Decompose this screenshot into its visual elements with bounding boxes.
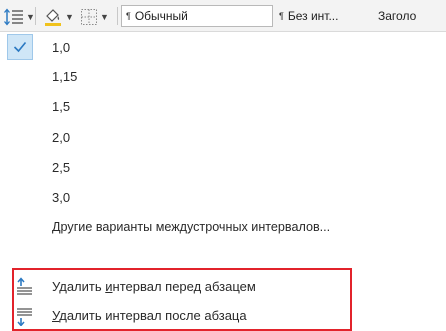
style-normal[interactable]: ¶ Обычный (121, 5, 273, 27)
menu-item-spacing-2-5[interactable]: 2,5 (0, 152, 446, 182)
menu-item-label-suffix: нтервал перед абзацем (112, 278, 256, 294)
paragraph-mark-icon: ¶ (279, 11, 284, 21)
menu-item-spacing-3-0[interactable]: 3,0 (0, 182, 446, 212)
menu-item-label: Удалить интервал после абзаца (52, 308, 247, 323)
ribbon-toolbar: ▼ ▼ ▼ ¶ Обычный ¶ Без инт... Заголо (0, 0, 446, 32)
toolbar-divider (117, 7, 118, 25)
borders-icon (81, 9, 97, 25)
style-label: Без инт... (287, 9, 339, 23)
menu-item-more-spacing-options[interactable]: Другие варианты междустрочных интервалов… (0, 212, 446, 242)
menu-item-label: 1,0 (52, 39, 71, 55)
word-line-spacing-dropdown: ▼ ▼ ▼ ¶ Обычный ¶ Без инт... Заголо 1,0 … (0, 0, 446, 331)
menu-item-remove-space-before[interactable]: Удалить интервал перед абзацем (0, 271, 446, 301)
style-label: Заголо (378, 9, 417, 23)
line-spacing-icon (4, 8, 23, 26)
chevron-down-icon: ▼ (65, 11, 74, 22)
menu-item-spacing-1-5[interactable]: 1,5 (0, 91, 446, 121)
menu-item-label: 2,5 (52, 159, 71, 175)
chevron-down-icon: ▼ (26, 11, 35, 22)
menu-item-spacing-1-0[interactable]: 1,0 (0, 32, 446, 62)
accelerator-key: и (105, 278, 113, 294)
menu-item-label: Удалить интервал перед абзацем (52, 279, 256, 294)
line-spacing-menu: 1,0 1,15 1,5 2,0 2,5 3,0 Другие варианты… (0, 32, 446, 331)
line-spacing-button[interactable]: ▼ (4, 6, 35, 28)
borders-button[interactable]: ▼ (80, 6, 109, 28)
menu-item-label-suffix: далить интервал после абзаца (59, 307, 247, 323)
style-no-spacing[interactable]: ¶ Без инт... (275, 5, 369, 27)
menu-item-label: 1,15 (52, 68, 78, 84)
menu-item-label: Другие варианты междустрочных интервалов… (52, 220, 331, 234)
menu-item-label: 2,0 (52, 129, 71, 145)
menu-item-remove-space-after[interactable]: Удалить интервал после абзаца (0, 300, 446, 330)
menu-item-label: 1,5 (52, 98, 71, 114)
menu-item-spacing-1-15[interactable]: 1,15 (0, 61, 446, 91)
shading-button[interactable]: ▼ (43, 6, 74, 28)
menu-item-label-prefix: Удалить (52, 278, 106, 294)
remove-space-before-icon (17, 277, 32, 295)
menu-item-spacing-2-0[interactable]: 2,0 (0, 122, 446, 152)
paragraph-mark-icon: ¶ (126, 11, 131, 21)
menu-item-label: 3,0 (52, 189, 71, 205)
style-label: Обычный (134, 9, 188, 23)
style-heading[interactable]: Заголо (374, 5, 446, 27)
remove-space-after-icon (17, 308, 32, 326)
chevron-down-icon: ▼ (100, 11, 109, 22)
paint-bucket-icon (45, 9, 61, 26)
checkmark-icon (7, 34, 33, 60)
toolbar-divider (35, 7, 36, 25)
